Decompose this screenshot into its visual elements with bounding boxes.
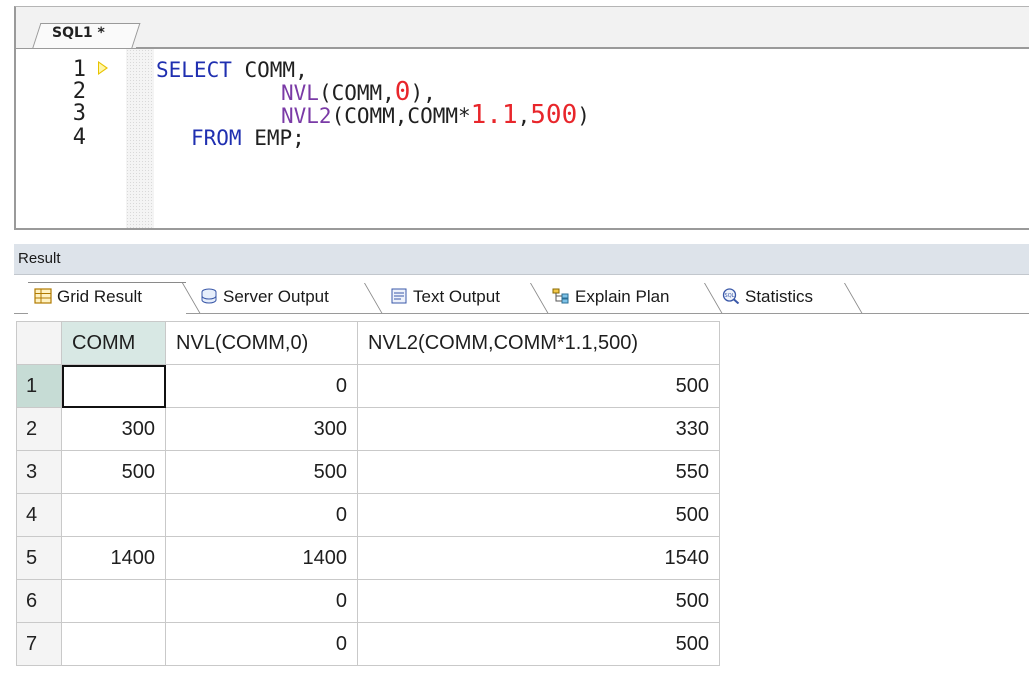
line-number: 3 xyxy=(72,101,86,126)
fold-margin xyxy=(126,49,154,228)
column-header-comm[interactable]: COMM xyxy=(61,321,166,365)
code-text: (COMM, xyxy=(318,81,395,105)
code-line-3[interactable]: NVL2(COMM,COMM*1.1,500) xyxy=(281,102,590,128)
tab-label: Text Output xyxy=(413,287,500,306)
cell-nvl[interactable]: 1400 xyxy=(165,536,358,580)
sql-number: 0 xyxy=(394,77,411,107)
cell-nvl2[interactable]: 330 xyxy=(357,407,720,451)
code-editor[interactable]: 1 2 3 4 SELECT COMM, NVL(COMM,0), NVL2(C… xyxy=(16,48,1029,228)
table-row[interactable]: 5 1400 1400 1540 xyxy=(16,536,720,580)
line-number: 2 xyxy=(72,79,86,104)
cell-nvl2[interactable]: 500 xyxy=(357,622,720,666)
tab-grid-result[interactable]: Grid Result xyxy=(34,283,142,311)
result-tab-bar: Grid Result Server Output Text Output Ex… xyxy=(14,275,1029,321)
execution-pointer-icon xyxy=(98,61,108,75)
table-row[interactable]: 4 0 500 xyxy=(16,493,720,537)
cell-nvl[interactable]: 0 xyxy=(165,493,358,537)
grid-icon xyxy=(34,288,52,304)
sql-function: NVL2 xyxy=(281,104,332,128)
table-row[interactable]: 6 0 500 xyxy=(16,579,720,623)
code-line-2[interactable]: NVL(COMM,0), xyxy=(281,79,436,105)
row-number[interactable]: 5 xyxy=(16,536,62,580)
statistics-icon: SQL xyxy=(722,288,740,304)
row-number[interactable]: 4 xyxy=(16,493,62,537)
cell-nvl[interactable]: 300 xyxy=(165,407,358,451)
tab-statistics[interactable]: SQL Statistics xyxy=(722,283,813,311)
cell-nvl2[interactable]: 550 xyxy=(357,450,720,494)
cell-comm[interactable]: 300 xyxy=(61,407,166,451)
result-panel-title: Result xyxy=(18,250,61,267)
tab-explain-plan[interactable]: Explain Plan xyxy=(552,283,670,311)
cell-nvl2[interactable]: 500 xyxy=(357,364,720,408)
row-number[interactable]: 6 xyxy=(16,579,62,623)
result-grid[interactable]: COMM NVL(COMM,0) NVL2(COMM,COMM*1.1,500)… xyxy=(16,321,720,666)
sql-number: 1.1 xyxy=(470,100,518,130)
cell-nvl[interactable]: 0 xyxy=(165,579,358,623)
cell-nvl2[interactable]: 1540 xyxy=(357,536,720,580)
tab-label: Explain Plan xyxy=(575,287,670,306)
code-line-1[interactable]: SELECT COMM, xyxy=(156,59,308,81)
cell-nvl2[interactable]: 500 xyxy=(357,579,720,623)
cell-nvl[interactable]: 0 xyxy=(165,622,358,666)
tab-sql1-label: SQL1 * xyxy=(52,25,105,41)
code-line-4[interactable]: FROM EMP; xyxy=(191,127,305,149)
code-text: , xyxy=(517,104,531,128)
column-header-nvl[interactable]: NVL(COMM,0) xyxy=(165,321,358,365)
code-text: ), xyxy=(410,81,436,105)
cell-nvl2[interactable]: 500 xyxy=(357,493,720,537)
line-number: 1 xyxy=(72,57,86,82)
table-row[interactable]: 1 0 500 xyxy=(16,364,720,408)
sql-function: NVL xyxy=(281,81,319,105)
grid-corner-cell[interactable] xyxy=(16,321,62,365)
row-number[interactable]: 7 xyxy=(16,622,62,666)
result-panel-header: Result xyxy=(14,244,1029,275)
tab-divider xyxy=(844,283,877,313)
cell-comm[interactable] xyxy=(61,364,166,408)
table-row[interactable]: 3 500 500 550 xyxy=(16,450,720,494)
sql-keyword: FROM xyxy=(191,126,242,150)
cell-comm[interactable]: 1400 xyxy=(61,536,166,580)
cell-comm[interactable] xyxy=(61,493,166,537)
sql-keyword: SELECT xyxy=(156,58,232,82)
line-number-gutter: 1 2 3 4 xyxy=(16,49,126,228)
code-text: EMP; xyxy=(241,126,305,150)
explain-plan-icon xyxy=(552,288,569,304)
cell-nvl[interactable]: 500 xyxy=(165,450,358,494)
row-number[interactable]: 2 xyxy=(16,407,62,451)
sql-editor: SQL1 * 1 2 3 4 SELECT COMM, NVL(COMM,0),… xyxy=(14,6,1029,230)
text-output-icon xyxy=(391,288,407,304)
cell-comm[interactable]: 500 xyxy=(61,450,166,494)
cell-comm[interactable] xyxy=(61,622,166,666)
tab-server-output[interactable]: Server Output xyxy=(200,283,329,311)
row-number[interactable]: 1 xyxy=(16,364,62,408)
server-output-icon xyxy=(201,288,217,304)
tab-text-output[interactable]: Text Output xyxy=(390,283,500,311)
column-header-nvl2[interactable]: NVL2(COMM,COMM*1.1,500) xyxy=(357,321,720,365)
table-row[interactable]: 2 300 300 330 xyxy=(16,407,720,451)
code-text: COMM, xyxy=(231,58,308,82)
code-text: ) xyxy=(577,104,590,128)
grid-header-row: COMM NVL(COMM,0) NVL2(COMM,COMM*1.1,500) xyxy=(16,321,720,365)
code-text: (COMM,COMM* xyxy=(331,104,471,128)
sql-number: 500 xyxy=(530,100,578,130)
cell-nvl[interactable]: 0 xyxy=(165,364,358,408)
tab-label: Server Output xyxy=(223,287,329,306)
cell-comm[interactable] xyxy=(61,579,166,623)
line-number: 4 xyxy=(72,125,86,150)
svg-text:SQL: SQL xyxy=(725,293,735,299)
row-number[interactable]: 3 xyxy=(16,450,62,494)
table-row[interactable]: 7 0 500 xyxy=(16,622,720,666)
tab-label: Statistics xyxy=(745,287,814,306)
tab-label: Grid Result xyxy=(57,287,143,306)
